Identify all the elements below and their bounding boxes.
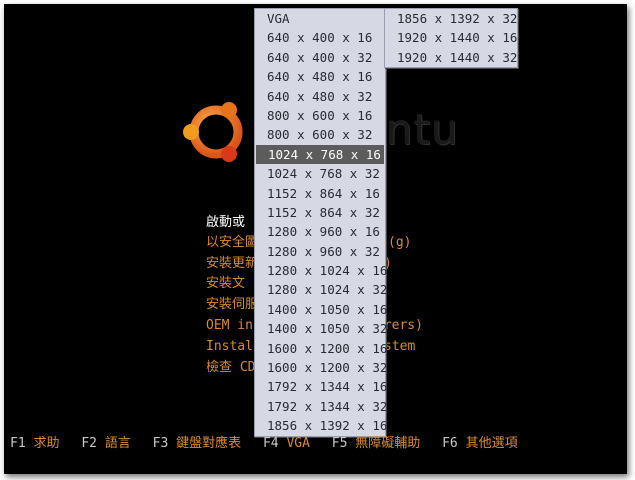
boot-screen: ntu 啟動或 以安全圖 (g) 安裝更新) 安裝文 安裝伺服 OEM ins ur… [4,4,627,474]
boot-item-start[interactable]: 啟動或 [206,213,245,233]
resolution-option[interactable]: 1856 x 1392 x 16 [255,416,387,435]
fkey-bar: F1 求助 F2 語言 F3 鍵盤對應表 F4 VGA F5 無障礙輔助 F6 … [10,434,532,454]
resolution-option[interactable]: 1280 x 960 x 16 [255,222,385,241]
boot-item-install-cli[interactable]: Install stem [206,337,415,357]
resolution-option[interactable]: 1400 x 1050 x 16 [255,300,387,319]
resolution-option[interactable]: 800 x 600 x 32 [255,125,385,144]
resolution-option[interactable]: 800 x 600 x 16 [255,106,385,125]
resolution-option[interactable]: 1280 x 960 x 32 [255,242,385,261]
resolution-option[interactable]: 1152 x 864 x 16 [255,184,385,203]
resolution-option[interactable]: 640 x 480 x 32 [255,87,385,106]
fkey-keymap[interactable]: F3 鍵盤對應表 [153,434,242,454]
resolution-option[interactable]: VGA [255,9,385,28]
resolution-dropdown: VGA 640 x 400 x 16 640 x 400 x 32 640 x … [254,8,387,437]
resolution-option[interactable]: 1792 x 1344 x 16 [255,377,387,396]
resolution-option[interactable]: 1792 x 1344 x 32 [255,397,387,416]
brand-wordmark: ntu [386,105,459,154]
ubuntu-logo-icon [183,102,243,162]
fkey-language[interactable]: F2 語言 [81,434,131,454]
fkey-help[interactable]: F1 求助 [10,434,60,454]
boot-item-install-text[interactable]: 安裝文 [206,274,245,294]
resolution-option[interactable]: 1280 x 1024 x 16 [255,261,387,280]
boot-item-install-update[interactable]: 安裝更新) [206,254,392,274]
resolution-option[interactable]: 1152 x 864 x 32 [255,203,385,222]
resolution-option[interactable]: 640 x 400 x 16 [255,28,385,47]
resolution-dropdown-overflow: 1856 x 1392 x 32 1920 x 1440 x 16 1920 x… [384,8,518,69]
resolution-option-selected[interactable]: 1024 x 768 x 16 [256,144,384,165]
resolution-option[interactable]: 1600 x 1200 x 16 [255,339,387,358]
resolution-option[interactable]: 1024 x 768 x 32 [255,164,385,183]
fkey-other-options[interactable]: F6 其他選項 [442,434,518,454]
resolution-option[interactable]: 1920 x 1440 x 16 [385,28,517,47]
resolution-option[interactable]: 1920 x 1440 x 32 [385,48,517,67]
resolution-option[interactable]: 640 x 480 x 16 [255,67,385,86]
resolution-option[interactable]: 1400 x 1050 x 32 [255,319,387,338]
boot-item-oem-install[interactable]: OEM ins urers) [206,316,423,336]
boot-item-safe-graphics[interactable]: 以安全圖 (g) [206,233,411,253]
boot-item-install-server[interactable]: 安裝伺服 [206,295,258,315]
fkey-vga[interactable]: F4 VGA [263,434,310,454]
resolution-option[interactable]: 1856 x 1392 x 32 [385,9,517,28]
resolution-option[interactable]: 1280 x 1024 x 32 [255,280,387,299]
boot-item-check-cd[interactable]: 檢查 CD [206,358,255,378]
resolution-option[interactable]: 640 x 400 x 32 [255,48,385,67]
resolution-option[interactable]: 1600 x 1200 x 32 [255,358,387,377]
fkey-accessibility[interactable]: F5 無障礙輔助 [332,434,421,454]
